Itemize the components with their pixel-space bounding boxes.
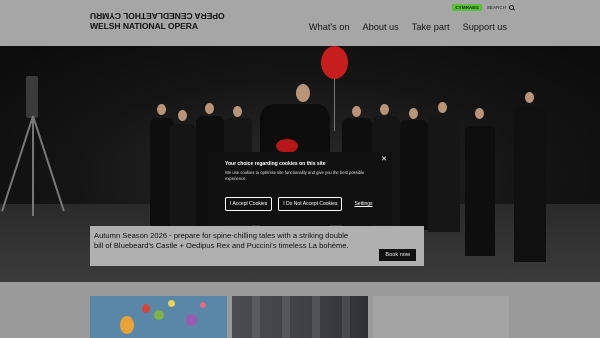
decline-cookies-button[interactable]: I Do Not Accept Cookies (278, 197, 343, 211)
balloon-string (334, 79, 335, 131)
promo-card-building[interactable] (232, 296, 368, 338)
promo-card-balloons[interactable] (90, 296, 227, 338)
hero-caption: Autumn Season 2026 - prepare for spine-c… (94, 231, 349, 250)
logo-welsh-text: OPERA CENEDLAETHOL CYMRU (90, 11, 225, 21)
nav-item-whats-on[interactable]: What's on (309, 22, 350, 32)
close-icon[interactable]: ✕ (381, 156, 387, 163)
main-nav: What's on About us Take part Support us (309, 22, 507, 32)
nav-item-take-part[interactable]: Take part (412, 22, 450, 32)
site-logo[interactable]: OPERA CENEDLAETHOL CYMRU WELSH NATIONAL … (90, 11, 225, 31)
cookie-button-row: I Accept Cookies I Do Not Accept Cookies… (225, 197, 373, 211)
cookie-modal-title: Your choice regarding cookies on this si… (225, 161, 326, 167)
accept-cookies-button[interactable]: I Accept Cookies (225, 197, 273, 211)
book-now-button[interactable]: Book now (379, 249, 416, 261)
promo-card-third[interactable] (373, 296, 509, 338)
logo-english-text: WELSH NATIONAL OPERA (90, 21, 198, 31)
nav-item-support-us[interactable]: Support us (463, 22, 507, 32)
search-label: SEARCH (486, 5, 506, 10)
search-icon (509, 5, 514, 10)
hero-caption-panel: Autumn Season 2026 - prepare for spine-c… (90, 226, 424, 266)
utility-bar: CYMRAEG SEARCH (452, 4, 514, 11)
red-balloon (321, 46, 348, 79)
cookie-settings-link[interactable]: Settings (354, 201, 372, 207)
cookie-consent-modal: ✕ Your choice regarding cookies on this … (208, 152, 392, 225)
search-link[interactable]: SEARCH (487, 5, 514, 10)
site-header: OPERA CENEDLAETHOL CYMRU WELSH NATIONAL … (0, 0, 600, 46)
red-roses (276, 139, 298, 153)
cookie-modal-body: We use cookies to optimise site function… (225, 170, 365, 181)
nav-item-about-us[interactable]: About us (363, 22, 399, 32)
language-toggle[interactable]: CYMRAEG (452, 4, 482, 11)
